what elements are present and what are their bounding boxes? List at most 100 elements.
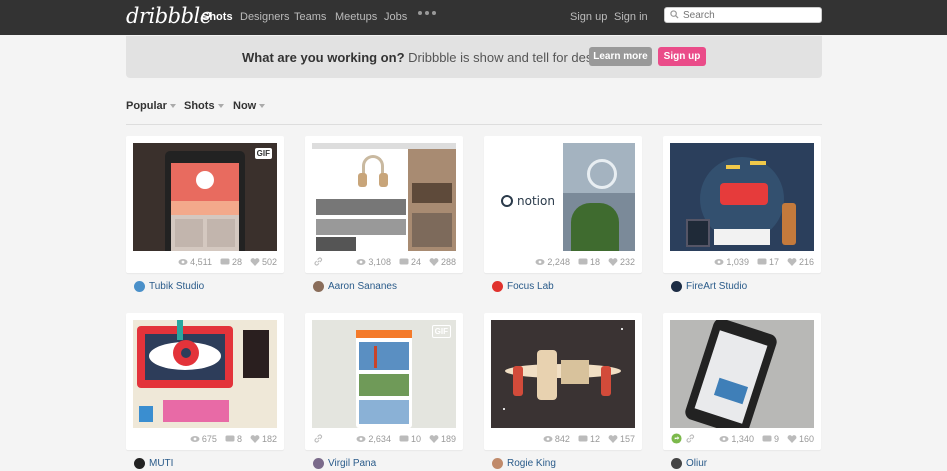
avatar xyxy=(134,458,145,469)
heart-icon xyxy=(429,435,439,443)
comments-count: 9 xyxy=(762,434,779,444)
shot-card[interactable]: 3,108 24 288 xyxy=(305,136,463,273)
eye-icon xyxy=(190,436,200,442)
shot-thumbnail[interactable] xyxy=(670,143,814,251)
filter-shots[interactable]: Shots xyxy=(184,100,224,112)
shot-author[interactable]: Virgil Pana xyxy=(313,458,376,469)
nav-meetups[interactable]: Meetups xyxy=(335,11,377,23)
shot-card[interactable]: notion 2,248 18 232 xyxy=(484,136,642,273)
nav-jobs[interactable]: Jobs xyxy=(384,11,407,23)
more-icon[interactable] xyxy=(418,11,436,15)
heart-icon xyxy=(787,435,797,443)
search-icon xyxy=(670,10,679,19)
shot-thumbnail[interactable] xyxy=(491,320,635,428)
divider xyxy=(126,124,822,125)
likes-count[interactable]: 288 xyxy=(429,257,456,267)
shot-thumbnail[interactable] xyxy=(133,320,277,428)
shot-author[interactable]: Oliur xyxy=(671,458,707,469)
dribbble-logo[interactable]: dribbble xyxy=(126,4,212,28)
shot-thumbnail[interactable] xyxy=(670,320,814,428)
likes-count[interactable]: 160 xyxy=(787,434,814,444)
avatar xyxy=(492,281,503,292)
heart-icon xyxy=(787,258,797,266)
comments-count: 28 xyxy=(220,257,242,267)
nav-designers[interactable]: Designers xyxy=(240,11,290,23)
comment-icon xyxy=(578,435,588,442)
filter-popular[interactable]: Popular xyxy=(126,100,176,112)
heart-icon xyxy=(250,258,260,266)
shot-author[interactable]: FireArt Studio xyxy=(671,281,747,292)
shot-thumbnail[interactable]: GIF xyxy=(133,143,277,251)
comment-icon xyxy=(578,258,588,265)
signup-button[interactable]: Sign up xyxy=(658,47,706,66)
likes-count[interactable]: 182 xyxy=(250,434,277,444)
eye-icon xyxy=(543,436,553,442)
avatar xyxy=(492,458,503,469)
signup-link[interactable]: Sign up xyxy=(570,11,607,23)
avatar xyxy=(671,458,682,469)
shot-card[interactable]: GIF 2,634 10 189 xyxy=(305,313,463,450)
comment-icon xyxy=(762,435,772,442)
chevron-down-icon xyxy=(259,104,266,109)
comments-count: 12 xyxy=(578,434,600,444)
thumbnail-wordmark: notion xyxy=(517,194,555,208)
rebound-icon xyxy=(671,433,682,444)
likes-count[interactable]: 502 xyxy=(250,257,277,267)
shot-author[interactable]: Focus Lab xyxy=(492,281,554,292)
signin-link[interactable]: Sign in xyxy=(614,11,648,23)
comment-icon xyxy=(220,258,230,265)
views-count: 842 xyxy=(543,434,570,444)
nav-shots[interactable]: Shots xyxy=(202,11,233,23)
link-icon xyxy=(314,434,323,443)
comment-icon xyxy=(225,435,235,442)
shot-author[interactable]: Rogie King xyxy=(492,458,556,469)
eye-icon xyxy=(719,436,729,442)
chevron-down-icon xyxy=(169,104,176,109)
heart-icon xyxy=(608,435,618,443)
shot-author[interactable]: MUTI xyxy=(134,458,173,469)
eye-icon xyxy=(714,259,724,265)
shot-author[interactable]: Aaron Sananes xyxy=(313,281,397,292)
shot-card[interactable]: 1,039 17 216 xyxy=(663,136,821,273)
shot-card[interactable]: 675 8 182 xyxy=(126,313,284,450)
likes-count[interactable]: 216 xyxy=(787,257,814,267)
shot-author[interactable]: Tubik Studio xyxy=(134,281,204,292)
shot-card[interactable]: 842 12 157 xyxy=(484,313,642,450)
welcome-banner: What are you working on? Dribbble is sho… xyxy=(126,36,822,78)
likes-count[interactable]: 189 xyxy=(429,434,456,444)
eye-icon xyxy=(356,259,366,265)
link-icon xyxy=(686,434,695,443)
filter-now[interactable]: Now xyxy=(233,100,266,112)
comments-count: 18 xyxy=(578,257,600,267)
comment-icon xyxy=(757,258,767,265)
avatar xyxy=(313,458,324,469)
shot-thumbnail[interactable]: GIF xyxy=(312,320,456,428)
search-input[interactable] xyxy=(664,7,822,23)
gif-badge: GIF xyxy=(254,148,272,159)
shot-thumbnail[interactable] xyxy=(312,143,456,251)
link-icon xyxy=(314,257,323,266)
shot-card[interactable]: GIF 4,511 28 502 xyxy=(126,136,284,273)
shot-card[interactable]: 1,340 9 160 xyxy=(663,313,821,450)
views-count: 2,634 xyxy=(356,434,391,444)
avatar xyxy=(134,281,145,292)
views-count: 4,511 xyxy=(178,257,212,267)
comment-icon xyxy=(399,258,409,265)
views-count: 2,248 xyxy=(535,257,570,267)
views-count: 1,039 xyxy=(714,257,749,267)
heart-icon xyxy=(250,435,260,443)
eye-icon xyxy=(178,259,188,265)
likes-count[interactable]: 232 xyxy=(608,257,635,267)
banner-question: What are you working on? xyxy=(242,50,405,65)
nav-teams[interactable]: Teams xyxy=(294,11,326,23)
comments-count: 8 xyxy=(225,434,242,444)
avatar xyxy=(313,281,324,292)
eye-icon xyxy=(356,436,366,442)
gif-badge: GIF xyxy=(431,325,451,338)
learn-more-button[interactable]: Learn more xyxy=(589,47,652,66)
comments-count: 10 xyxy=(399,434,421,444)
shot-thumbnail[interactable]: notion xyxy=(491,143,635,251)
comments-count: 17 xyxy=(757,257,779,267)
avatar xyxy=(671,281,682,292)
likes-count[interactable]: 157 xyxy=(608,434,635,444)
